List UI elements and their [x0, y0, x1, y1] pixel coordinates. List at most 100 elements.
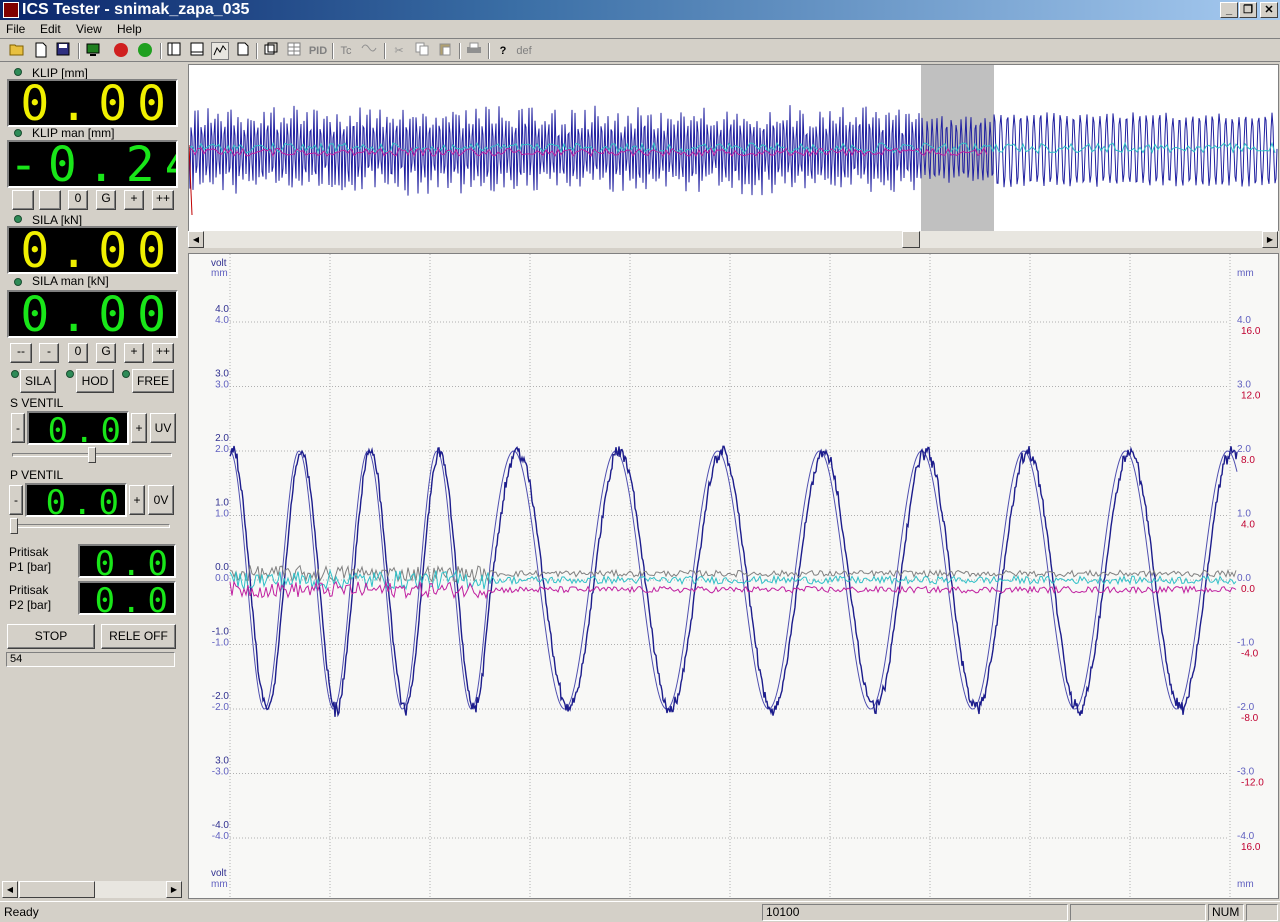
- left-tick-volt: 2.0: [215, 433, 229, 444]
- p1-label-line2: P1 [bar]: [9, 560, 52, 574]
- s-ventil-plus-button[interactable]: +: [131, 413, 147, 443]
- print-icon[interactable]: [465, 42, 483, 60]
- s-ventil-slider[interactable]: [88, 447, 96, 463]
- overview-scrollbar[interactable]: ◀ ▶: [188, 231, 1279, 248]
- menu-file[interactable]: File: [6, 22, 25, 36]
- left-tick-volt: -2.0: [212, 691, 230, 702]
- klip-man-button-2[interactable]: [39, 190, 61, 210]
- paste-icon[interactable]: [436, 42, 454, 60]
- toolbar-separator: [256, 43, 258, 59]
- klip-man-plusplus-button[interactable]: ++: [152, 190, 174, 210]
- sila-mode-button[interactable]: SILA: [20, 369, 56, 393]
- left-tick-mm: 4.0: [215, 315, 229, 326]
- run-icon[interactable]: [136, 42, 154, 60]
- sila-led-icon: [14, 215, 22, 223]
- s-ventil-uv-button[interactable]: UV: [150, 413, 176, 443]
- klip-man-g-button[interactable]: G: [96, 190, 116, 210]
- save-icon[interactable]: [54, 42, 72, 60]
- free-mode-button[interactable]: FREE: [132, 369, 174, 393]
- left-unit-mm-bottom: mm: [211, 879, 228, 890]
- main-chart: 4.04.0 4.016.03.03.0 3.012.02.02.0 2.08.01.…: [211, 254, 1264, 898]
- sila-man-minus-button[interactable]: -: [39, 343, 59, 363]
- control-panel: KLIP [mm] 0.00 KLIP man [mm] -0.24 0 G +…: [0, 63, 186, 899]
- scroll-thumb[interactable]: [19, 881, 95, 898]
- table-icon[interactable]: [285, 42, 303, 60]
- new-file-icon[interactable]: [32, 42, 50, 60]
- menu-edit[interactable]: Edit: [40, 22, 61, 36]
- overview-plot[interactable]: [188, 64, 1279, 233]
- right-tick-mm: -3.0: [1237, 767, 1255, 778]
- cut-icon[interactable]: ✂: [390, 42, 408, 60]
- scroll-right-icon[interactable]: ▶: [166, 881, 182, 898]
- series-noise-line-3: [229, 580, 1237, 600]
- maximize-button[interactable]: ❐: [1239, 2, 1257, 18]
- sila-man-plus-button[interactable]: +: [124, 343, 144, 363]
- minimize-button[interactable]: _: [1220, 2, 1238, 18]
- menu-help[interactable]: Help: [117, 22, 142, 36]
- help-icon[interactable]: ?: [494, 42, 512, 60]
- right-unit-mm: mm: [1237, 268, 1254, 279]
- record-icon[interactable]: [112, 42, 130, 60]
- sila-man-led-icon: [14, 278, 22, 286]
- sila-man-plusplus-button[interactable]: ++: [152, 343, 174, 363]
- toolbar-separator: [160, 43, 162, 59]
- p-ventil-0v-button[interactable]: 0V: [148, 485, 174, 515]
- menu-view[interactable]: View: [76, 22, 102, 36]
- open-icon[interactable]: [8, 42, 26, 60]
- left-tick-volt: -1.0: [212, 627, 230, 638]
- p-ventil-minus-button[interactable]: -: [9, 485, 23, 515]
- right-tick-mm: 3.0: [1237, 380, 1251, 391]
- wave-icon[interactable]: [360, 42, 378, 60]
- close-button[interactable]: ✕: [1260, 2, 1278, 18]
- p2-display: 0.0: [78, 581, 176, 615]
- tc-button[interactable]: Tc: [337, 42, 355, 60]
- stop-button[interactable]: STOP: [7, 624, 95, 649]
- copy-icon[interactable]: [413, 42, 431, 60]
- menu-bar: File Edit View Help: [0, 20, 1280, 39]
- right-tick-mm: 1.0: [1237, 509, 1251, 520]
- right-tick-mm: -2.0: [1237, 702, 1255, 713]
- overview-scroll-thumb[interactable]: [902, 231, 920, 248]
- sila-man-display: 0.00: [7, 290, 178, 338]
- monitor-icon[interactable]: [84, 42, 102, 60]
- pid-button[interactable]: PID: [307, 42, 329, 60]
- overview-scroll-right-icon[interactable]: ▶: [1262, 231, 1278, 248]
- rele-off-button[interactable]: RELE OFF: [101, 624, 176, 649]
- klip-man-plus-button[interactable]: +: [124, 190, 144, 210]
- s-ventil-display: 0.0: [27, 411, 129, 445]
- page-icon[interactable]: [234, 42, 252, 60]
- p-ventil-slider[interactable]: [10, 518, 18, 534]
- overview-scroll-left-icon[interactable]: ◀: [188, 231, 204, 248]
- s-ventil-minus-button[interactable]: -: [11, 413, 25, 443]
- right-tick-mm: -1.0: [1237, 638, 1255, 649]
- scroll-left-icon[interactable]: ◀: [2, 881, 18, 898]
- p2-label-line1: Pritisak: [9, 583, 49, 597]
- panel-icon[interactable]: [165, 42, 183, 60]
- right-unit-mm-bottom: mm: [1237, 879, 1254, 890]
- sila-man-minusminus-button[interactable]: --: [10, 343, 32, 363]
- klip-man-display: -0.24: [7, 140, 178, 188]
- copy-window-icon[interactable]: [262, 42, 280, 60]
- left-tick-mm: 0.0: [215, 573, 229, 584]
- def-button[interactable]: def: [515, 42, 533, 60]
- sila-man-g-button[interactable]: G: [96, 343, 116, 363]
- sidebar-scrollbar[interactable]: ◀ ▶: [2, 881, 182, 898]
- right-tick-force: -4.0: [1241, 649, 1259, 660]
- left-tick-mm: -2.0: [212, 702, 230, 713]
- split-view-icon[interactable]: [188, 42, 206, 60]
- klip-man-zero-button[interactable]: 0: [68, 190, 88, 210]
- p-ventil-label: P VENTIL: [10, 468, 64, 482]
- right-tick-force: 4.0: [1241, 520, 1255, 531]
- klip-man-button-1[interactable]: [12, 190, 34, 210]
- left-tick-volt: 3.0: [215, 756, 229, 767]
- sila-label: SILA [kN]: [32, 213, 83, 227]
- right-tick-force: -12.0: [1241, 778, 1264, 789]
- main-plot[interactable]: 4.0 4.0 4.0 16.0 3.0 3.0 3.0 12.0 2.0 2.0 2.0 8.0 1.…: [188, 253, 1279, 899]
- p-ventil-plus-button[interactable]: +: [129, 485, 145, 515]
- right-tick-mm: 0.0: [1237, 573, 1251, 584]
- left-tick-volt: 1.0: [215, 498, 229, 509]
- klip-display: 0.00: [7, 79, 178, 127]
- sila-man-zero-button[interactable]: 0: [68, 343, 88, 363]
- graph-icon[interactable]: [211, 42, 229, 60]
- hod-mode-button[interactable]: HOD: [76, 369, 114, 393]
